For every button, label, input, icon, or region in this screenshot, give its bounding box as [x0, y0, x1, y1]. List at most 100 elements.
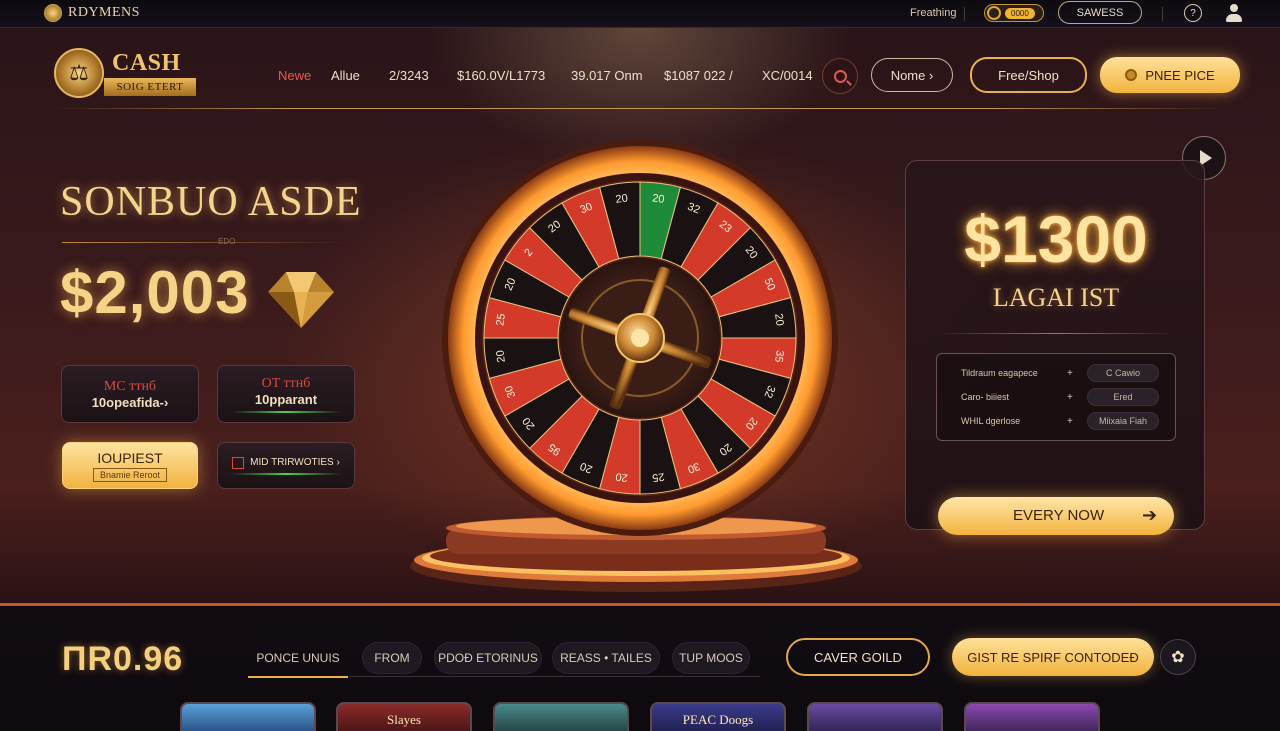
plus-icon[interactable]: +: [1067, 392, 1073, 403]
jackpot-amount: $1300: [964, 202, 1148, 276]
every-now-button[interactable]: EVERY NOW ➔: [938, 497, 1174, 535]
user-icon[interactable]: [1224, 3, 1244, 23]
site-logo[interactable]: ⚖ CASH SOIG ETERT: [54, 48, 199, 100]
nav-item-6[interactable]: $1087 022 /: [664, 68, 733, 83]
promo-card-mid[interactable]: MID TRIRWOTIES ›: [217, 442, 355, 489]
hero-small-label: EDO: [218, 237, 236, 246]
promo-card-gold[interactable]: IOUPIEST Bnamie Reroot: [62, 442, 198, 489]
tab-ponce-unuis[interactable]: PONCE UNUIS: [248, 642, 348, 674]
search-button[interactable]: [822, 58, 858, 94]
plus-icon[interactable]: +: [1067, 416, 1073, 427]
coin-icon: [1125, 69, 1138, 81]
coin-balance-value: 0000: [1005, 7, 1035, 19]
detail-value[interactable]: Ered: [1087, 388, 1159, 406]
tab-from[interactable]: FROM: [362, 642, 422, 674]
divider: [350, 676, 760, 677]
wheel-number: 25: [651, 470, 665, 483]
brand-logo-icon: [44, 4, 62, 22]
logo-badge-icon: ⚖: [54, 48, 104, 98]
game-title: PEAC Doogs: [682, 712, 754, 727]
detail-row: WHIL dgerlose + Miixaia Fiah: [937, 410, 1177, 432]
wheel-number: 20: [615, 470, 629, 483]
logo-subtitle: SOIG ETERT: [104, 78, 196, 96]
hero-title: SONBUO ASDE: [60, 179, 362, 225]
cta-label: EVERY NOW: [1013, 507, 1105, 524]
nav-item-newe[interactable]: Newe: [278, 68, 311, 83]
logo-title: CASH: [112, 50, 181, 76]
detail-key: Caro- biiiest: [961, 392, 1010, 402]
divider: [936, 333, 1176, 334]
wheel-number: 25: [494, 313, 507, 327]
nome-button[interactable]: Nome ›: [871, 58, 953, 92]
game-thumbnail[interactable]: [493, 702, 629, 731]
nav-item-allue[interactable]: Allue: [331, 68, 360, 83]
game-thumbnail[interactable]: [807, 702, 943, 731]
nav-item-5[interactable]: 39.017 Onm: [571, 68, 643, 83]
detail-value[interactable]: Miixaia Fiah: [1087, 412, 1159, 430]
arrow-right-icon: ➔: [1142, 505, 1158, 525]
topbar-button[interactable]: SAWESS: [1058, 1, 1142, 24]
caver-goild-button[interactable]: CAVER GOILD: [786, 638, 930, 676]
tab-reass-tailes[interactable]: REASS • TAILES: [552, 642, 660, 674]
tab-tup-moos[interactable]: TUP MOOS: [672, 642, 750, 674]
divider: [964, 7, 965, 21]
wheel-number: 35: [772, 349, 785, 363]
detail-key: Tildraum eagapece: [961, 368, 1038, 378]
promo-card-ot[interactable]: OT ттнб 10pparant: [217, 365, 355, 423]
nav-divider: [52, 108, 1228, 109]
diamond-icon: [268, 272, 334, 328]
card-row: MID TRIRWOTIES ›: [232, 456, 340, 469]
card-title: OT ттнб: [261, 375, 311, 391]
topbar-brand-text: RDYMENS: [68, 5, 140, 20]
help-icon[interactable]: ?: [1184, 4, 1202, 22]
game-thumbnail[interactable]: [964, 702, 1100, 731]
nav-item-7[interactable]: XC/0014: [762, 68, 813, 83]
game-title: Slayes: [387, 712, 421, 727]
detail-row: Tildraum eagapece + C Cawio: [937, 362, 1177, 384]
jackpot-panel: $1300 LAGAI IST Tildraum eagapece + C Ca…: [905, 160, 1205, 535]
nav-item-4[interactable]: $160.0V/L1773: [457, 68, 545, 83]
game-thumbnail[interactable]: [180, 702, 316, 731]
coin-balance[interactable]: 0000: [984, 4, 1044, 22]
checkbox-icon: [232, 456, 245, 469]
card-title: IOUPIEST: [97, 449, 163, 466]
gift-icon[interactable]: ✿: [1160, 639, 1196, 675]
wheel-number: 20: [494, 349, 507, 363]
tab-pdod[interactable]: PDOĐ ETORINUS: [434, 642, 542, 674]
card-subtitle: 10opeafida-›: [91, 394, 169, 410]
game-thumbnail[interactable]: Slayes: [336, 702, 472, 731]
coin-icon: [987, 6, 1001, 20]
game-thumbnail[interactable]: PEAC Doogs: [650, 702, 786, 731]
bottom-bar: ПR0.96 PONCE UNUIS FROM PDOĐ ETORINUS RE…: [0, 606, 1280, 731]
free-shop-button[interactable]: Free/Shop: [970, 57, 1087, 93]
roulette-wheel[interactable]: 2032232050203532202030252020952030202520…: [440, 123, 840, 553]
detail-key: WHIL dgerlose: [961, 416, 1021, 426]
prize-button-label: PNEE PICE: [1145, 67, 1215, 83]
jackpot-label: LAGAI IST: [992, 283, 1120, 312]
promo-card-mc[interactable]: MC ттнб 10opeafida-›: [61, 365, 199, 423]
card-title: MC ттнб: [103, 378, 157, 394]
divider: [62, 242, 352, 243]
divider: [1162, 7, 1163, 21]
prize-button[interactable]: PNEE PICE: [1100, 57, 1240, 93]
wheel-number: 20: [615, 192, 629, 205]
top-utility-bar: RDYMENS Freathing 0000 SAWESS ?: [0, 0, 1280, 28]
hero-section: ⚖ CASH SOIG ETERT Newe Allue 2/3243 $160…: [0, 28, 1280, 606]
wheel-number: 20: [772, 313, 785, 327]
card-accent-bar: [231, 410, 341, 413]
detail-row: Caro- biiiest + Ered: [937, 386, 1177, 408]
topbar-link[interactable]: Freathing: [910, 7, 956, 19]
topbar-brand[interactable]: RDYMENS: [44, 4, 140, 22]
search-icon: [833, 69, 847, 83]
score-display: ПR0.96: [62, 640, 184, 678]
card-title: MID TRIRWOTIES ›: [250, 457, 340, 468]
detail-value[interactable]: C Cawio: [1087, 364, 1159, 382]
card-subtitle: Bnamie Reroot: [92, 467, 168, 482]
hero-amount: $2,003: [60, 259, 250, 326]
card-accent-bar: [231, 472, 341, 475]
card-subtitle: 10pparant: [254, 391, 318, 407]
nav-item-3[interactable]: 2/3243: [389, 68, 429, 83]
plus-icon[interactable]: +: [1067, 368, 1073, 379]
wheel-number: 20: [651, 192, 665, 205]
gist-contode-button[interactable]: GIST RE SPIRF CONTODEĐ: [952, 638, 1154, 676]
